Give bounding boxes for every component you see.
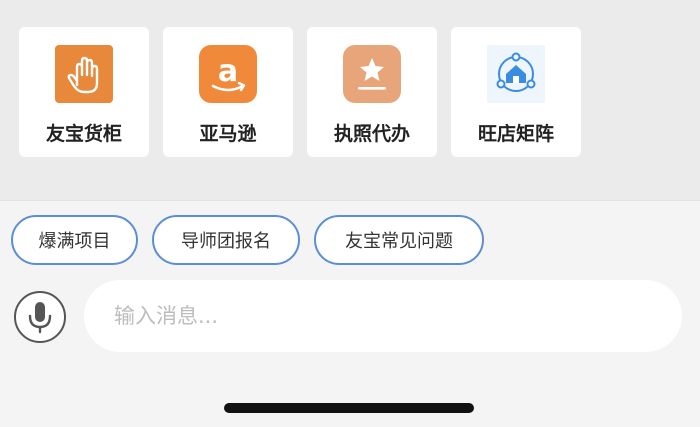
store-network-icon: [487, 45, 545, 103]
quick-reply-mentor-signup[interactable]: 导师团报名: [152, 215, 300, 265]
hand-icon: [55, 45, 113, 103]
amazon-icon: a: [199, 45, 257, 103]
app-card-store-matrix[interactable]: 旺店矩阵: [451, 27, 581, 157]
home-indicator[interactable]: [224, 403, 474, 413]
app-label: 执照代办: [333, 123, 410, 145]
app-label: 旺店矩阵: [477, 123, 554, 145]
message-input[interactable]: [84, 280, 682, 352]
quick-reply-hot-projects[interactable]: 爆满项目: [11, 215, 138, 265]
svg-text:a: a: [218, 54, 238, 89]
microphone-button[interactable]: [14, 291, 66, 343]
app-card-license-service[interactable]: 执照代办: [307, 27, 437, 157]
quick-reply-youbao-faq[interactable]: 友宝常见问题: [314, 215, 484, 265]
app-card-amazon[interactable]: a 亚马逊: [163, 27, 293, 157]
app-label: 亚马逊: [199, 123, 257, 145]
app-label: 友宝货柜: [45, 123, 122, 145]
divider: [0, 200, 700, 201]
microphone-icon: [28, 302, 52, 334]
license-star-icon: [343, 45, 401, 103]
app-grid-area: 友宝货柜 a 亚马逊 执照代办 旺店矩阵: [0, 0, 700, 200]
app-card-youbao-cabinet[interactable]: 友宝货柜: [19, 27, 149, 157]
